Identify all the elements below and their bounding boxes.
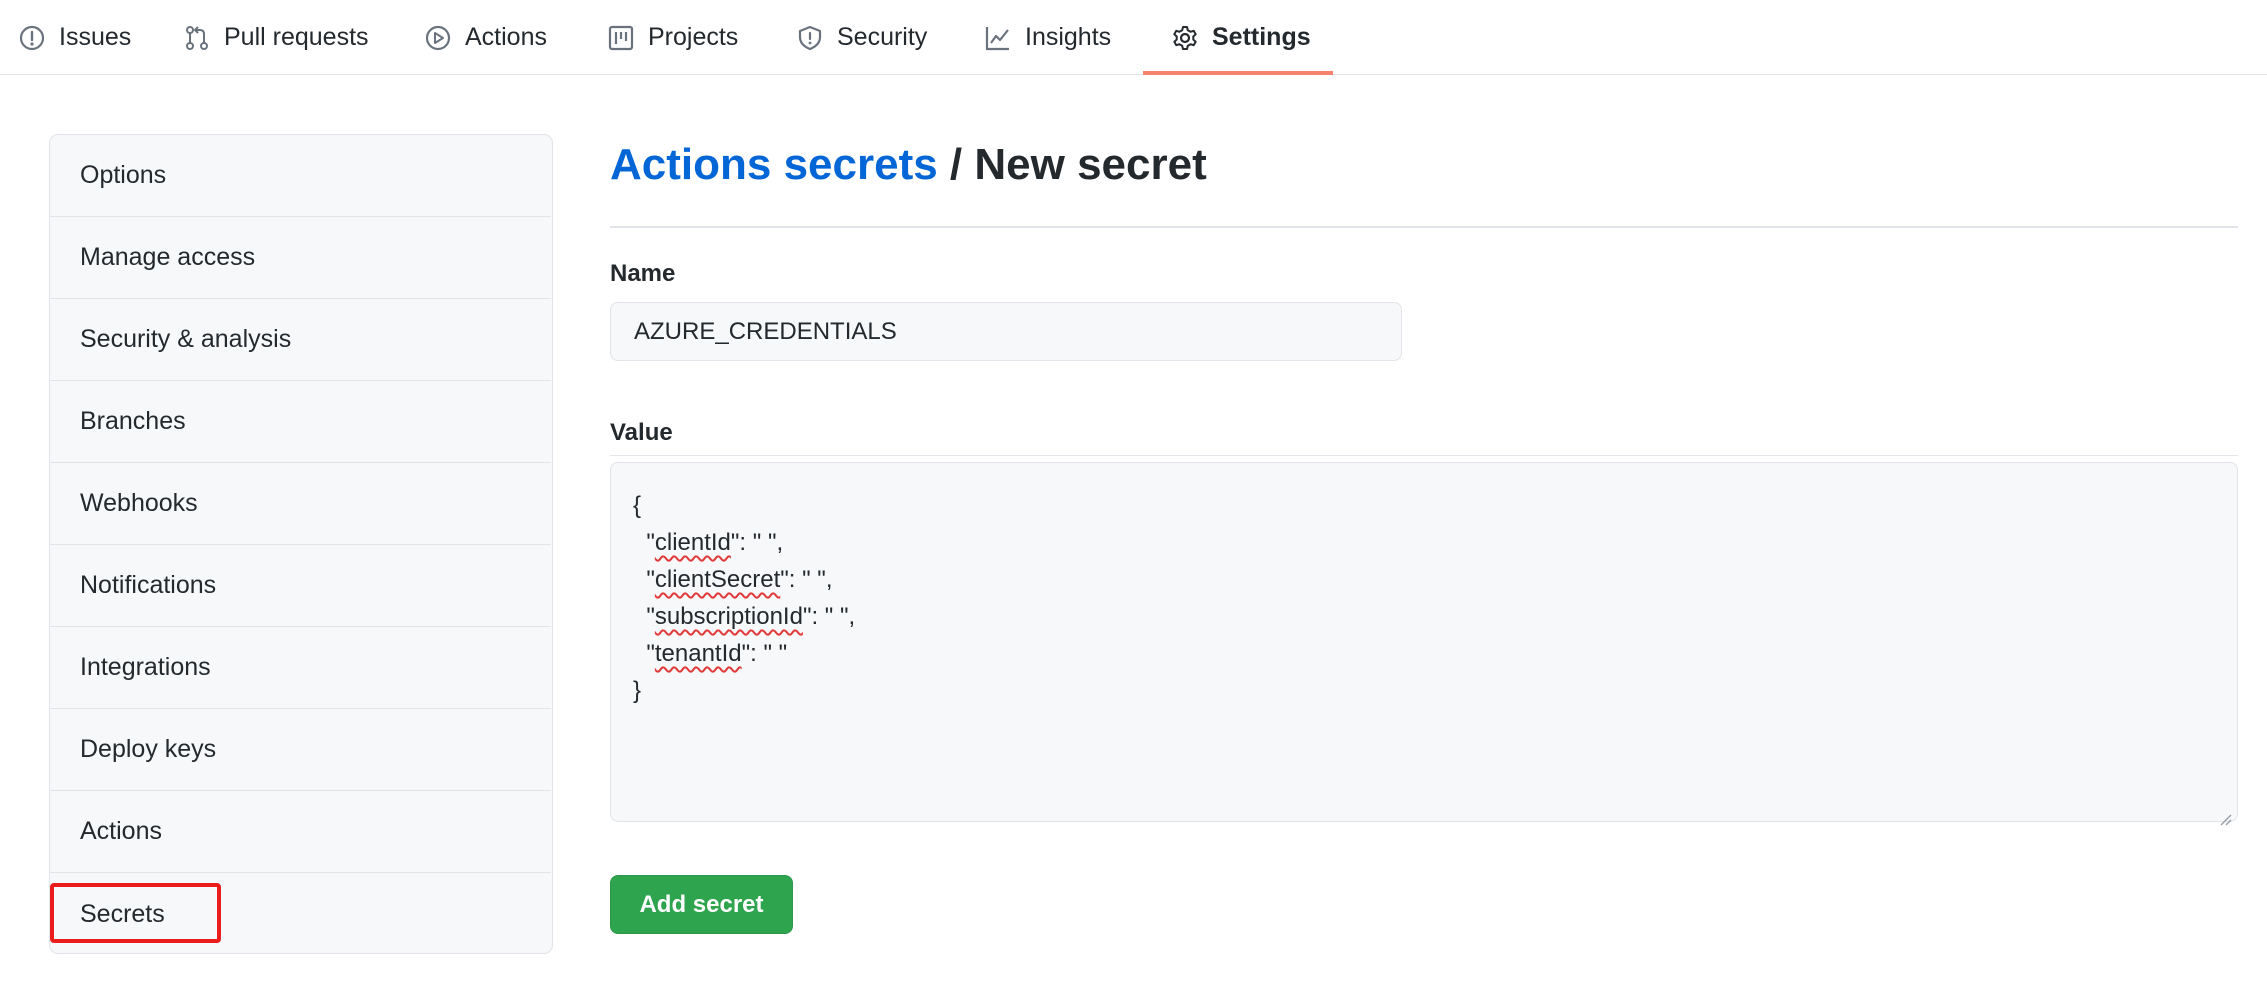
tab-actions[interactable]: Actions bbox=[424, 0, 547, 75]
page-title-text: New secret bbox=[974, 140, 1207, 189]
sidebar-item-notifications[interactable]: Notifications bbox=[50, 545, 551, 627]
tab-issues[interactable]: Issues bbox=[18, 0, 131, 75]
value-divider bbox=[610, 455, 2238, 456]
tab-settings[interactable]: Settings bbox=[1171, 0, 1311, 75]
resize-handle-icon[interactable] bbox=[2217, 801, 2233, 826]
secret-name-input[interactable] bbox=[610, 302, 1402, 361]
title-divider bbox=[610, 226, 2238, 228]
selected-tab-indicator bbox=[1143, 71, 1333, 75]
tab-label: Insights bbox=[1025, 23, 1112, 51]
name-label: Name bbox=[610, 260, 676, 287]
sidebar-item-branches[interactable]: Branches bbox=[50, 381, 551, 463]
sidebar-item-label: Deploy keys bbox=[80, 735, 217, 763]
add-secret-button[interactable]: Add secret bbox=[610, 875, 793, 934]
tab-label: Issues bbox=[59, 23, 132, 51]
tab-label: Security bbox=[837, 23, 928, 51]
git-pull-request-icon bbox=[183, 24, 211, 52]
sidebar-item-label: Secrets bbox=[80, 899, 165, 928]
gear-icon bbox=[1171, 24, 1199, 52]
settings-sidebar: Options Manage access Security & analysi… bbox=[49, 134, 553, 954]
sidebar-item-label: Manage access bbox=[80, 243, 256, 271]
tab-insights[interactable]: Insights bbox=[984, 0, 1111, 75]
sidebar-item-label: Webhooks bbox=[80, 489, 198, 517]
breadcrumb-separator: / bbox=[937, 140, 975, 189]
project-icon bbox=[607, 24, 635, 52]
code-line: "tenantId": " " bbox=[633, 640, 788, 667]
sidebar-item-label: Notifications bbox=[80, 571, 217, 599]
play-icon bbox=[424, 24, 452, 52]
sidebar-item-label: Actions bbox=[80, 817, 162, 845]
tab-label: Settings bbox=[1212, 23, 1311, 51]
shield-icon bbox=[796, 24, 824, 52]
code-line: } bbox=[633, 677, 642, 704]
spellcheck-underlined-word: clientSecret bbox=[654, 566, 781, 593]
spellcheck-underlined-word: tenantId bbox=[654, 640, 742, 667]
graph-icon bbox=[984, 24, 1012, 52]
breadcrumb-actions-secrets-link[interactable]: Actions secrets bbox=[610, 140, 938, 189]
sidebar-item-label: Integrations bbox=[80, 653, 211, 681]
code-line: "clientSecret": " ", bbox=[633, 566, 833, 593]
tab-label: Actions bbox=[465, 23, 547, 51]
repo-tab-bar: Issues Pull requests Actions Projects Se… bbox=[0, 0, 2267, 75]
sidebar-item-label: Branches bbox=[80, 407, 186, 435]
issue-opened-icon bbox=[18, 24, 46, 52]
code-line: { bbox=[633, 492, 642, 519]
sidebar-item-deploy-keys[interactable]: Deploy keys bbox=[50, 709, 551, 791]
tab-label: Projects bbox=[648, 23, 739, 51]
spellcheck-underlined-word: subscriptionId bbox=[654, 603, 803, 630]
tab-security[interactable]: Security bbox=[796, 0, 927, 75]
tab-projects[interactable]: Projects bbox=[607, 0, 738, 75]
secret-value-textarea[interactable]: { "clientId": " ", "clientSecret": " ", … bbox=[610, 462, 2238, 826]
sidebar-item-security-analysis[interactable]: Security & analysis bbox=[50, 299, 551, 381]
spellcheck-underlined-word: clientId bbox=[654, 529, 731, 556]
tab-pull-requests[interactable]: Pull requests bbox=[183, 0, 369, 75]
tab-label: Pull requests bbox=[224, 23, 369, 51]
sidebar-item-actions[interactable]: Actions bbox=[50, 791, 551, 873]
sidebar-item-integrations[interactable]: Integrations bbox=[50, 627, 551, 709]
sidebar-item-label: Security & analysis bbox=[80, 325, 292, 353]
code-line: "clientId": " ", bbox=[633, 529, 784, 556]
sidebar-item-webhooks[interactable]: Webhooks bbox=[50, 463, 551, 545]
page-title: Actions secrets / New secret bbox=[610, 140, 1207, 190]
sidebar-item-manage-access[interactable]: Manage access bbox=[50, 217, 551, 299]
sidebar-item-label: Options bbox=[80, 161, 167, 189]
code-line: "subscriptionId": " ", bbox=[633, 603, 856, 630]
value-label: Value bbox=[610, 419, 673, 446]
sidebar-item-options[interactable]: Options bbox=[50, 135, 551, 217]
sidebar-item-secrets[interactable]: Secrets bbox=[50, 873, 551, 955]
